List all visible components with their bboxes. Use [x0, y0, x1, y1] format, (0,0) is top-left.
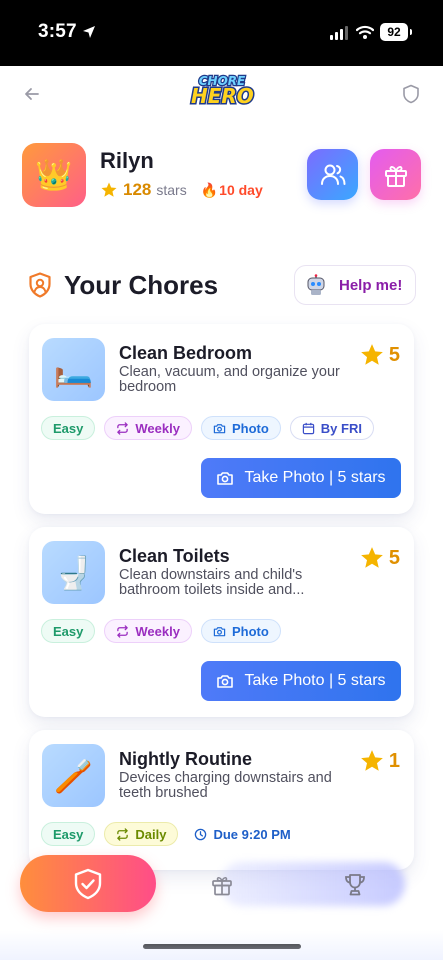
app-header: CHORE HERO — [0, 66, 443, 126]
star-icon — [361, 750, 383, 771]
take-photo-button[interactable]: Take Photo | 5 stars — [201, 458, 401, 498]
chore-tags: Easy Weekly Photo — [41, 619, 281, 643]
tag-difficulty: Easy — [41, 822, 96, 846]
stars-label: stars — [156, 182, 187, 198]
tag-frequency: Weekly — [104, 416, 192, 440]
status-bar: 3:57 92 — [0, 0, 443, 66]
clock-icon — [195, 828, 207, 840]
chore-description: Clean downstairs and child's bathroom to… — [119, 567, 305, 598]
chore-card-nightly-routine[interactable]: 🪥 Nightly Routine Devices charging downs… — [29, 730, 414, 870]
take-photo-label: Take Photo | 5 stars — [244, 469, 386, 486]
reward-points: 5 — [388, 546, 400, 569]
profile-stats: 128 stars 🔥 10 day — [100, 180, 263, 200]
take-photo-button[interactable]: Take Photo | 5 stars — [201, 661, 401, 701]
camera-icon — [217, 472, 234, 485]
chore-title: Clean Toilets — [119, 546, 230, 566]
repeat-icon — [117, 827, 129, 841]
help-me-label: Help me! — [339, 276, 403, 294]
chore-tags: Easy Daily Due 9:20 PM — [41, 822, 303, 846]
chore-card-clean-toilets[interactable]: 🚽 Clean Toilets Clean downstairs and chi… — [29, 527, 414, 717]
tag-due-date: By FRI — [289, 416, 374, 440]
tab-bar-background — [220, 862, 405, 906]
rewards-button[interactable] — [370, 149, 421, 200]
star-icon — [361, 344, 383, 365]
profile-avatar[interactable]: 👑 — [22, 143, 86, 207]
calendar-icon — [302, 422, 314, 434]
shield-icon[interactable] — [402, 84, 420, 104]
repeat-icon — [117, 624, 129, 638]
robot-icon — [307, 274, 325, 295]
tag-frequency: Daily — [104, 822, 179, 846]
gift-icon — [384, 165, 407, 187]
shield-check-icon — [74, 868, 102, 899]
toilet-icon: 🚽 — [42, 541, 105, 604]
chore-hero-logo: CHORE HERO — [190, 74, 256, 113]
gift-icon[interactable] — [210, 873, 234, 897]
tag-frequency: Weekly — [104, 619, 192, 643]
profile-name: Rilyn — [100, 148, 154, 173]
tab-chores[interactable] — [20, 855, 156, 912]
tag-photo: Photo — [200, 416, 281, 440]
chore-reward: 5 — [359, 545, 400, 571]
shield-user-icon — [29, 272, 51, 298]
status-time: 3:57 — [38, 21, 77, 42]
star-icon — [361, 547, 383, 568]
chore-description: Clean, vacuum, and organize your bedroom — [119, 364, 340, 395]
reward-points: 5 — [388, 343, 400, 366]
bottom-fade — [0, 930, 443, 960]
fire-icon: 🔥 — [200, 181, 219, 198]
reward-points: 1 — [388, 749, 400, 772]
family-button[interactable] — [307, 149, 358, 200]
trophy-icon[interactable] — [342, 872, 368, 898]
chore-reward: 5 — [359, 342, 400, 368]
crown-icon: 👑 — [35, 158, 73, 192]
camera-icon — [217, 675, 234, 688]
chore-reward: 1 — [359, 748, 400, 774]
stars-count: 128 — [123, 180, 152, 199]
repeat-icon — [117, 421, 129, 435]
chore-title: Clean Bedroom — [119, 343, 253, 363]
battery-indicator: 92 — [380, 23, 412, 41]
take-photo-label: Take Photo | 5 stars — [244, 672, 386, 689]
tag-due-time: Due 9:20 PM — [187, 822, 302, 846]
help-me-button[interactable]: Help me! — [294, 265, 416, 305]
section-title: Your Chores — [64, 270, 219, 300]
logo-line-2: HERO — [190, 84, 256, 108]
tag-photo: Photo — [200, 619, 281, 643]
tag-difficulty: Easy — [41, 416, 96, 440]
chore-tags: Easy Weekly Photo By FRI — [41, 416, 374, 440]
cell-signal-icon — [330, 26, 348, 40]
streak-count: 10 day — [219, 182, 263, 198]
chore-card-clean-bedroom[interactable]: 🛏️ Clean Bedroom Clean, vacuum, and orga… — [29, 324, 414, 514]
wifi-icon — [356, 25, 374, 39]
family-icon — [320, 164, 345, 185]
chore-title: Nightly Routine — [119, 749, 252, 769]
camera-icon — [213, 626, 226, 636]
chore-description: Devices charging downstairs and teeth br… — [119, 770, 332, 801]
toothbrush-icon: 🪥 — [42, 744, 105, 807]
back-arrow-icon[interactable] — [22, 84, 42, 104]
tag-difficulty: Easy — [41, 619, 96, 643]
star-icon — [101, 182, 117, 197]
bed-icon: 🛏️ — [42, 338, 105, 401]
location-arrow-icon — [83, 26, 95, 38]
camera-icon — [213, 423, 226, 433]
